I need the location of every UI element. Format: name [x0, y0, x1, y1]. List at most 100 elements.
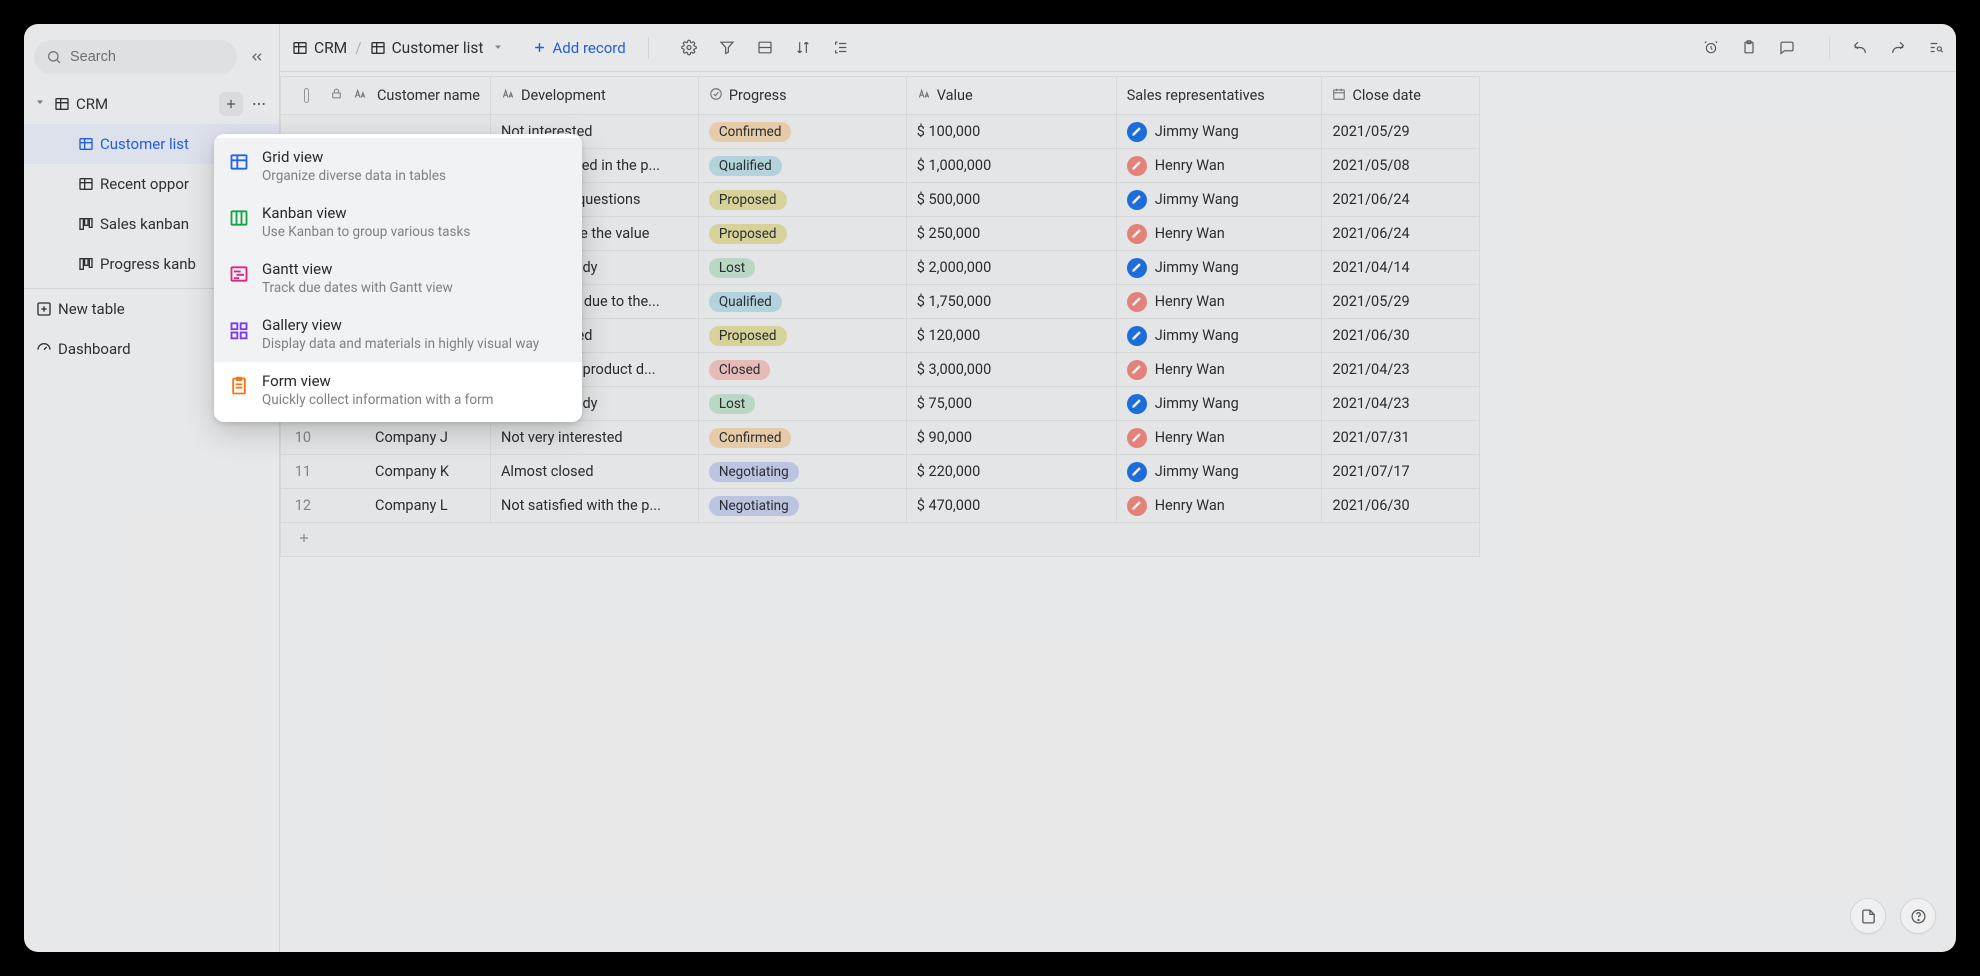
- progress-chip: Confirmed: [709, 122, 792, 142]
- row-height-icon[interactable]: [833, 40, 849, 56]
- menu-item-title: Kanban view: [262, 204, 568, 222]
- breadcrumb: CRM / Customer list: [292, 39, 504, 57]
- table-icon: [54, 96, 70, 112]
- grid-icon: [78, 176, 94, 192]
- cell-rep: Henry Wan: [1155, 225, 1225, 242]
- plus-square-icon: [36, 301, 52, 317]
- collapse-sidebar-button[interactable]: [245, 45, 269, 69]
- cell-name: Company L: [375, 497, 448, 514]
- cell-rep: Henry Wan: [1155, 157, 1225, 174]
- cell-value: $ 220,000: [906, 455, 1116, 489]
- view-menu-item-gallery-view[interactable]: Gallery view Display data and materials …: [214, 306, 582, 362]
- cell-close: 2021/05/29: [1322, 115, 1480, 149]
- col-header-name[interactable]: Customer name: [377, 87, 480, 104]
- more-button[interactable]: [247, 92, 271, 116]
- chevron-down-icon[interactable]: [492, 39, 504, 57]
- cell-close: 2021/05/29: [1322, 285, 1480, 319]
- text-icon: [917, 87, 931, 105]
- lock-icon: [330, 87, 343, 104]
- cell-rep: Jimmy Wang: [1155, 123, 1239, 140]
- cell-close: 2021/04/14: [1322, 251, 1480, 285]
- view-menu-item-form-view[interactable]: Form view Quickly collect information wi…: [214, 362, 582, 418]
- cell-close: 2021/07/17: [1322, 455, 1480, 489]
- cell-value: $ 250,000: [906, 217, 1116, 251]
- col-header-rep[interactable]: Sales representatives: [1127, 87, 1312, 104]
- add-row-button[interactable]: [281, 523, 1480, 557]
- view-menu-item-kanban-view[interactable]: Kanban view Use Kanban to group various …: [214, 194, 582, 250]
- view-type-menu: Grid view Organize diverse data in table…: [214, 134, 582, 422]
- cell-name: Company J: [375, 429, 448, 446]
- table-row[interactable]: 10 Company J Not very interested Confirm…: [281, 421, 1480, 455]
- kanban-icon: [78, 256, 94, 272]
- cell-rep: Jimmy Wang: [1155, 463, 1239, 480]
- progress-chip: Lost: [709, 394, 755, 414]
- table-icon: [292, 40, 308, 56]
- add-record-button[interactable]: Add record: [532, 39, 626, 57]
- select-icon: [709, 87, 723, 105]
- progress-chip: Proposed: [709, 190, 787, 210]
- cell-close: 2021/05/08: [1322, 149, 1480, 183]
- col-header-development[interactable]: Development: [521, 87, 606, 104]
- table-row[interactable]: 12 Company L Not satisfied with the p...…: [281, 489, 1480, 523]
- cell-value: $ 100,000: [906, 115, 1116, 149]
- text-icon: [501, 87, 515, 105]
- cell-close: 2021/06/30: [1322, 489, 1480, 523]
- breadcrumb-root[interactable]: CRM: [314, 39, 347, 57]
- cell-rep: Jimmy Wang: [1155, 327, 1239, 344]
- cell-close: 2021/04/23: [1322, 387, 1480, 421]
- add-view-button[interactable]: [219, 92, 243, 116]
- search-input-wrap[interactable]: [34, 40, 237, 74]
- sort-icon[interactable]: [795, 40, 811, 56]
- view-menu-item-grid-view[interactable]: Grid view Organize diverse data in table…: [214, 138, 582, 194]
- col-header-close[interactable]: Close date: [1352, 87, 1421, 104]
- view-menu-item-gantt-view[interactable]: Gantt view Track due dates with Gantt vi…: [214, 250, 582, 306]
- cell-rep: Henry Wan: [1155, 497, 1225, 514]
- grid-view-icon: [228, 151, 250, 173]
- progress-chip: Negotiating: [709, 462, 799, 482]
- cell-rep: Jimmy Wang: [1155, 395, 1239, 412]
- filter-icon[interactable]: [719, 40, 735, 56]
- gantt-view-icon: [228, 263, 250, 285]
- search-input[interactable]: [70, 49, 225, 65]
- alarm-icon[interactable]: [1703, 40, 1719, 56]
- avatar: [1127, 156, 1147, 176]
- sidebar-root-label: CRM: [76, 95, 213, 113]
- add-record-label: Add record: [553, 39, 626, 57]
- cell-development: Not satisfied with the p...: [490, 489, 698, 523]
- grid-icon: [78, 136, 94, 152]
- menu-item-title: Gantt view: [262, 260, 568, 278]
- help-fab[interactable]: [1900, 898, 1936, 934]
- progress-chip: Confirmed: [709, 428, 792, 448]
- select-all-checkbox[interactable]: [304, 88, 308, 103]
- menu-item-title: Form view: [262, 372, 568, 390]
- search-icon: [46, 49, 62, 65]
- redo-icon[interactable]: [1890, 40, 1906, 56]
- col-header-progress[interactable]: Progress: [729, 87, 787, 104]
- cell-close: 2021/06/24: [1322, 217, 1480, 251]
- gear-icon[interactable]: [681, 40, 697, 56]
- avatar: [1127, 190, 1147, 210]
- avatar: [1127, 394, 1147, 414]
- menu-item-desc: Organize diverse data in tables: [262, 168, 568, 184]
- sidebar-root-crm[interactable]: CRM: [24, 84, 279, 124]
- undo-icon[interactable]: [1852, 40, 1868, 56]
- cell-close: 2021/06/24: [1322, 183, 1480, 217]
- col-header-value[interactable]: Value: [937, 87, 973, 104]
- cell-development: Not very interested: [490, 421, 698, 455]
- chat-icon[interactable]: [1779, 40, 1795, 56]
- breadcrumb-view[interactable]: Customer list: [392, 39, 484, 57]
- cell-close: 2021/07/31: [1322, 421, 1480, 455]
- grid-icon: [370, 40, 386, 56]
- table-row[interactable]: 11 Company K Almost closed Negotiating $…: [281, 455, 1480, 489]
- avatar: [1127, 496, 1147, 516]
- avatar: [1127, 428, 1147, 448]
- group-icon[interactable]: [757, 40, 773, 56]
- cell-rep: Henry Wan: [1155, 429, 1225, 446]
- cell-value: $ 75,000: [906, 387, 1116, 421]
- progress-chip: Closed: [709, 360, 771, 380]
- progress-chip: Negotiating: [709, 496, 799, 516]
- clipboard-icon[interactable]: [1741, 40, 1757, 56]
- form-view-icon: [228, 375, 250, 397]
- notes-fab[interactable]: [1850, 898, 1886, 934]
- find-icon[interactable]: [1928, 40, 1944, 56]
